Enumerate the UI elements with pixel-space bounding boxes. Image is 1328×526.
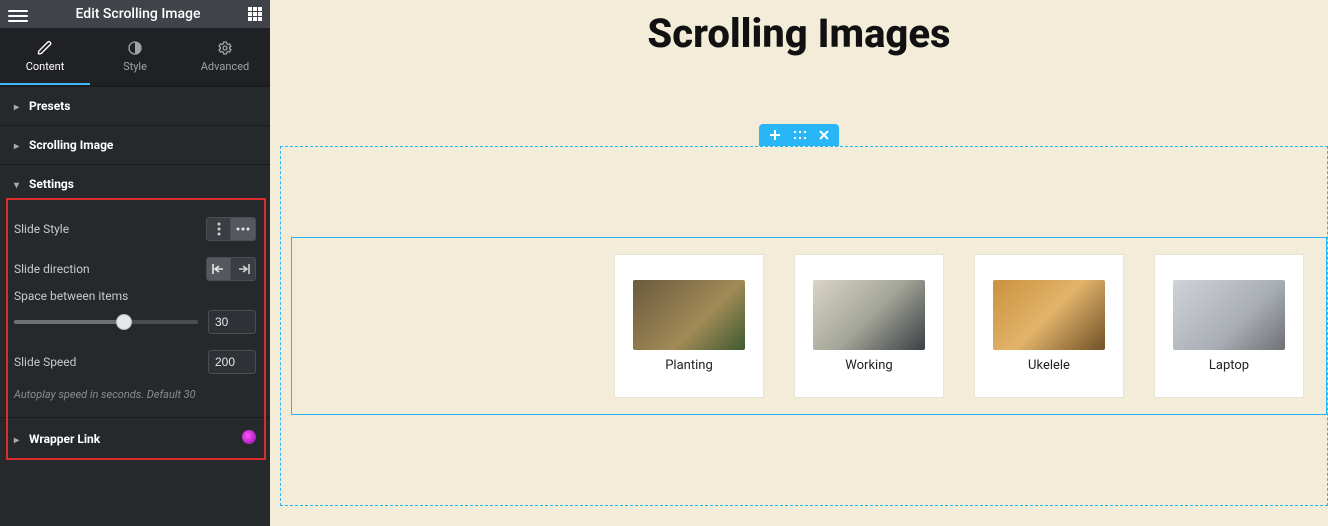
menu-icon[interactable] bbox=[8, 7, 28, 21]
caret-right-icon bbox=[14, 138, 19, 152]
slide-style-vertical[interactable] bbox=[207, 218, 231, 240]
tab-content[interactable]: Content bbox=[0, 28, 90, 85]
section-toolbar bbox=[759, 124, 839, 146]
card-label: Working bbox=[845, 358, 892, 373]
section-title: Presets bbox=[29, 99, 70, 113]
caret-down-icon bbox=[14, 177, 19, 191]
align-start-icon bbox=[212, 263, 226, 275]
settings-body: Slide Style Slide direction bbox=[0, 203, 270, 417]
plugin-badge-icon bbox=[242, 430, 256, 447]
card-label: Ukelele bbox=[1028, 358, 1070, 373]
section-presets: Presets bbox=[0, 86, 270, 125]
caret-right-icon bbox=[14, 99, 19, 113]
section-frame[interactable]: Planting Working Ukelele Laptop bbox=[280, 146, 1328, 506]
gear-icon bbox=[217, 40, 233, 56]
editor-tabs: Content Style Advanced bbox=[0, 28, 270, 86]
image-card[interactable]: Planting bbox=[614, 254, 764, 398]
align-end-icon bbox=[236, 263, 250, 275]
section-header-scrolling-image[interactable]: Scrolling Image bbox=[0, 126, 270, 164]
plus-icon bbox=[769, 129, 781, 141]
tab-label: Advanced bbox=[180, 60, 270, 73]
label-slide-style: Slide Style bbox=[14, 222, 69, 236]
slide-style-horizontal[interactable] bbox=[231, 218, 255, 240]
dots-vertical-icon bbox=[214, 222, 224, 236]
slide-speed-hint: Autoplay speed in seconds. Default 30 bbox=[14, 382, 256, 405]
image-card[interactable]: Ukelele bbox=[974, 254, 1124, 398]
scrolling-cards: Planting Working Ukelele Laptop bbox=[614, 254, 1304, 398]
space-between-input[interactable] bbox=[208, 310, 256, 334]
section-settings: Settings Slide Style Slide direction bbox=[0, 164, 270, 417]
panel-title: Edit Scrolling Image bbox=[28, 6, 248, 22]
label-space-between: Space between items bbox=[14, 289, 128, 303]
card-thumbnail bbox=[993, 280, 1105, 350]
editor-canvas: Scrolling Images Planting Working Ukelele L… bbox=[270, 0, 1328, 526]
row-slide-speed: Slide Speed bbox=[14, 338, 256, 382]
section-header-settings[interactable]: Settings bbox=[0, 165, 270, 203]
section-header-presets[interactable]: Presets bbox=[0, 87, 270, 125]
drag-section-handle[interactable] bbox=[793, 130, 807, 140]
slide-style-toggle bbox=[206, 217, 256, 241]
grip-icon bbox=[793, 130, 807, 140]
apps-grid-icon[interactable] bbox=[248, 7, 262, 21]
card-label: Laptop bbox=[1209, 358, 1249, 373]
image-card[interactable]: Laptop bbox=[1154, 254, 1304, 398]
slide-speed-input[interactable] bbox=[208, 350, 256, 374]
tab-style[interactable]: Style bbox=[90, 28, 180, 85]
slider-thumb[interactable] bbox=[116, 314, 132, 330]
section-title: Scrolling Image bbox=[29, 138, 113, 152]
add-section-button[interactable] bbox=[769, 129, 781, 141]
card-thumbnail bbox=[1173, 280, 1285, 350]
editor-sidebar: Edit Scrolling Image Content Style Advan… bbox=[0, 0, 270, 526]
close-icon bbox=[819, 130, 829, 140]
card-label: Planting bbox=[665, 358, 713, 373]
label-slide-direction: Slide direction bbox=[14, 262, 90, 276]
remove-section-button[interactable] bbox=[819, 130, 829, 140]
page-title: Scrolling Images bbox=[270, 0, 1328, 57]
contrast-icon bbox=[127, 40, 143, 56]
section-title: Wrapper Link bbox=[29, 432, 100, 446]
tab-advanced[interactable]: Advanced bbox=[180, 28, 270, 85]
tab-label: Style bbox=[90, 60, 180, 73]
card-thumbnail bbox=[633, 280, 745, 350]
label-slide-speed: Slide Speed bbox=[14, 355, 76, 369]
slide-direction-toggle bbox=[206, 257, 256, 281]
row-slide-style: Slide Style bbox=[14, 209, 256, 249]
slide-direction-right[interactable] bbox=[231, 258, 255, 280]
section-scrolling-image: Scrolling Image bbox=[0, 125, 270, 164]
section-header-wrapper-link[interactable]: Wrapper Link bbox=[0, 418, 270, 459]
row-slide-direction: Slide direction bbox=[14, 249, 256, 289]
pencil-icon bbox=[37, 40, 53, 56]
tab-label: Content bbox=[0, 60, 90, 73]
image-card[interactable]: Working bbox=[794, 254, 944, 398]
space-between-slider[interactable] bbox=[14, 320, 198, 324]
dots-horizontal-icon bbox=[236, 224, 250, 234]
card-thumbnail bbox=[813, 280, 925, 350]
widget-frame[interactable]: Planting Working Ukelele Laptop bbox=[291, 237, 1327, 415]
section-title: Settings bbox=[29, 177, 74, 191]
row-space-between: Space between items bbox=[14, 289, 256, 338]
sidebar-header: Edit Scrolling Image bbox=[0, 0, 270, 28]
slide-direction-left[interactable] bbox=[207, 258, 231, 280]
caret-right-icon bbox=[14, 432, 19, 446]
section-wrapper-link: Wrapper Link bbox=[0, 417, 270, 459]
